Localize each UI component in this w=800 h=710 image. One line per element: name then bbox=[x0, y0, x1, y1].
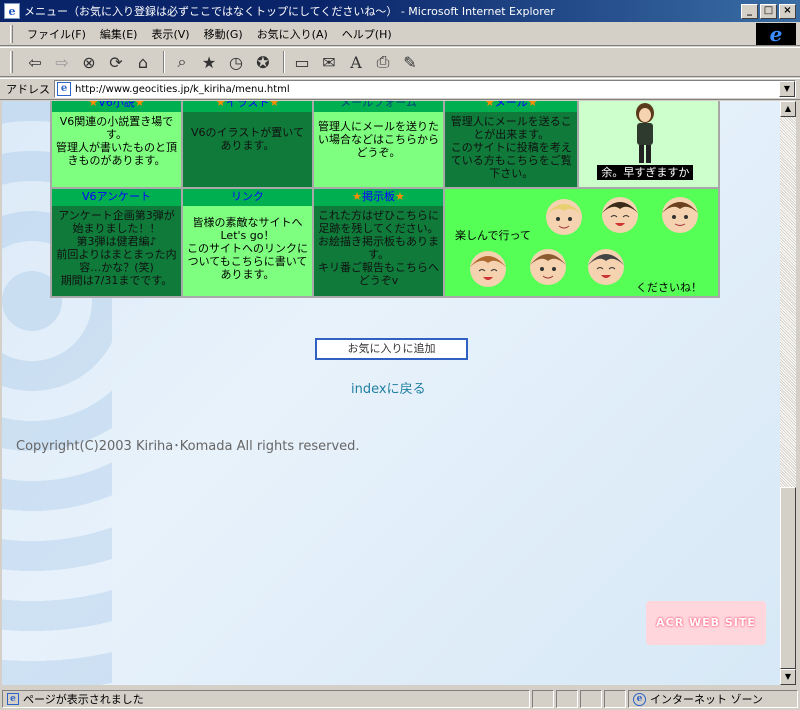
ie-page-icon: e bbox=[4, 3, 20, 19]
address-bar: アドレス e http://www.geocities.jp/k_kiriha/… bbox=[0, 78, 800, 100]
menu-cell-illust: ★イラスト★ V6のイラストが置いてあります。 bbox=[181, 101, 314, 189]
forward-arrow-icon[interactable]: ⇨ bbox=[50, 50, 74, 74]
toolbar: ⇦ ⇨ ⊗ ⟳ ⌂ ⌕ ★ ◷ ✪ ▭ ✉ A ⎙ ✎ bbox=[0, 47, 800, 77]
edit-icon[interactable]: ✎ bbox=[398, 50, 422, 74]
member-face-5 bbox=[530, 249, 566, 285]
status-pane bbox=[604, 690, 626, 708]
welcome-text-1: 楽しんで行って bbox=[455, 229, 531, 242]
toolbar-grip[interactable] bbox=[10, 51, 13, 73]
back-to-index-link[interactable]: indexに戻る bbox=[351, 378, 426, 397]
menu-link-mail[interactable]: ★メール★ bbox=[445, 101, 578, 112]
menu-help[interactable]: ヘルプ(H) bbox=[336, 24, 398, 44]
scroll-down-icon[interactable]: ▼ bbox=[780, 669, 796, 685]
menu-cell-mailform: メールフォーム 管理人にメールを送りたい場合などはこちらからどうぞ。 bbox=[312, 101, 445, 189]
toolbar-separator bbox=[163, 51, 165, 73]
mail-icon[interactable]: ✉ bbox=[317, 50, 341, 74]
address-input[interactable]: e http://www.geocities.jp/k_kiriha/menu.… bbox=[54, 80, 796, 98]
page-done-icon: e bbox=[7, 693, 19, 705]
menu-desc-survey: アンケート企画第3弾が始まりました！！ 第3弾は健君編♪ 前回よりはまとまった内… bbox=[56, 209, 177, 287]
menu-cell-mail: ★メール★ 管理人にメールを送ることが出来ます。 このサイトに投稿を考えている方… bbox=[442, 101, 580, 189]
member-face-1 bbox=[546, 199, 582, 235]
copyright-text: Copyright(C)2003 Kiriha･Komada All right… bbox=[16, 439, 360, 454]
status-pane bbox=[532, 690, 554, 708]
favorites-icon[interactable]: ★ bbox=[197, 50, 221, 74]
menu-cell-link: リンク 皆様の素敵なサイトへLet's go！ このサイトへのリンクについてもこ… bbox=[181, 187, 314, 298]
address-label: アドレス bbox=[6, 83, 50, 96]
internet-zone-icon: e bbox=[633, 692, 646, 706]
member-face-3 bbox=[662, 197, 698, 233]
menu-bar: ファイル(F) 編集(E) 表示(V) 移動(G) お気に入り(A) ヘルプ(H… bbox=[0, 22, 800, 46]
menu-link-link[interactable]: リンク bbox=[183, 189, 312, 206]
menu-table: ★V6小説★ V6関連の小説置き場です。 管理人が書いたものと頂きものがあります… bbox=[50, 101, 720, 298]
menu-go[interactable]: 移動(G) bbox=[198, 24, 249, 44]
maximize-button[interactable]: □ bbox=[760, 3, 777, 19]
print-icon[interactable]: ⎙ bbox=[371, 50, 395, 74]
menu-link-illust[interactable]: ★イラスト★ bbox=[183, 101, 312, 112]
menu-file[interactable]: ファイル(F) bbox=[21, 24, 92, 44]
menu-link-mailform[interactable]: メールフォーム bbox=[314, 101, 443, 112]
status-pane bbox=[556, 690, 578, 708]
character-caption: 余。早すぎますか bbox=[597, 165, 694, 180]
title-bar: e メニュー（お気に入り登録は必ずここではなくトップにしてくださいね～） - M… bbox=[0, 0, 800, 22]
address-dropdown-icon[interactable]: ▼ bbox=[779, 81, 795, 97]
status-text: ページが表示されました bbox=[23, 693, 144, 706]
scroll-up-icon[interactable]: ▲ bbox=[780, 101, 796, 117]
menu-desc-mail: 管理人にメールを送ることが出来ます。 このサイトに投稿を考えている方もこちらをご… bbox=[450, 115, 572, 180]
scroll-thumb[interactable] bbox=[780, 487, 796, 669]
fullscreen-icon[interactable]: ▭ bbox=[290, 50, 314, 74]
member-face-6 bbox=[588, 249, 624, 285]
status-pane bbox=[580, 690, 602, 708]
member-face-2 bbox=[602, 197, 638, 233]
menu-desc-link: 皆様の素敵なサイトへLet's go！ このサイトへのリンクについてもこちらに書… bbox=[187, 216, 308, 281]
window-title: メニュー（お気に入り登録は必ずここではなくトップにしてくださいね～） - Mic… bbox=[24, 5, 555, 18]
search-icon[interactable]: ⌕ bbox=[170, 50, 194, 74]
toolbar-separator bbox=[283, 51, 285, 73]
ie-logo-icon: e bbox=[756, 23, 796, 45]
menu-link-bbs[interactable]: ★掲示板★ bbox=[314, 189, 443, 206]
history-icon[interactable]: ◷ bbox=[224, 50, 248, 74]
menu-view[interactable]: 表示(V) bbox=[145, 24, 195, 44]
menu-link-novel[interactable]: ★V6小説★ bbox=[52, 101, 181, 112]
close-button[interactable]: × bbox=[779, 3, 796, 19]
status-bar: e ページが表示されました e インターネット ゾーン bbox=[0, 688, 800, 710]
status-main: e ページが表示されました bbox=[2, 690, 530, 708]
vertical-scrollbar[interactable]: ▲ ▼ bbox=[780, 101, 796, 685]
add-favorites-button[interactable]: お気に入りに追加 bbox=[315, 338, 468, 360]
zone-text: インターネット ゾーン bbox=[650, 693, 763, 706]
menu-cell-survey: V6アンケート アンケート企画第3弾が始まりました！！ 第3弾は健君編♪ 前回よ… bbox=[50, 187, 183, 298]
status-zone: e インターネット ゾーン bbox=[628, 690, 798, 708]
menu-link-survey[interactable]: V6アンケート bbox=[52, 189, 181, 206]
welcome-cell: 楽しんで行って くださいね！ bbox=[443, 187, 720, 298]
refresh-icon[interactable]: ⟳ bbox=[104, 50, 128, 74]
menu-desc-bbs: これた方はぜひこちらに足跡を残してください。お絵描き掲示板もあります。 キリ番ご… bbox=[318, 209, 439, 287]
menubar-grip[interactable] bbox=[10, 24, 13, 43]
back-arrow-icon[interactable]: ⇦ bbox=[23, 50, 47, 74]
menu-desc-illust: V6のイラストが置いてあります。 bbox=[191, 126, 304, 152]
menu-desc-novel: V6関連の小説置き場です。 管理人が書いたものと頂きものがあります。 bbox=[56, 115, 177, 167]
page-content: ★V6小説★ V6関連の小説置き場です。 管理人が書いたものと頂きものがあります… bbox=[2, 101, 780, 685]
member-face-4 bbox=[470, 251, 506, 287]
menu-favorites[interactable]: お気に入り(A) bbox=[251, 24, 334, 44]
page-icon: e bbox=[57, 82, 71, 96]
character-cell: 余。早すぎますか bbox=[577, 101, 720, 189]
channels-icon[interactable]: ✪ bbox=[251, 50, 275, 74]
font-icon[interactable]: A bbox=[344, 50, 368, 74]
menu-edit[interactable]: 編集(E) bbox=[94, 24, 144, 44]
menu-cell-bbs: ★掲示板★ これた方はぜひこちらに足跡を残してください。お絵描き掲示板もあります… bbox=[312, 187, 445, 298]
stop-icon[interactable]: ⊗ bbox=[77, 50, 101, 74]
address-url: http://www.geocities.jp/k_kiriha/menu.ht… bbox=[75, 83, 290, 95]
character-illustration bbox=[636, 103, 655, 163]
home-icon[interactable]: ⌂ bbox=[131, 50, 155, 74]
acr-web-site-banner[interactable]: ACR WEB SITE bbox=[646, 601, 766, 645]
menu-desc-mailform: 管理人にメールを送りたい場合などはこちらからどうぞ。 bbox=[318, 120, 439, 159]
welcome-text-2: くださいね！ bbox=[636, 281, 702, 294]
menu-cell-novel: ★V6小説★ V6関連の小説置き場です。 管理人が書いたものと頂きものがあります… bbox=[50, 101, 183, 189]
minimize-button[interactable]: _ bbox=[741, 3, 758, 19]
